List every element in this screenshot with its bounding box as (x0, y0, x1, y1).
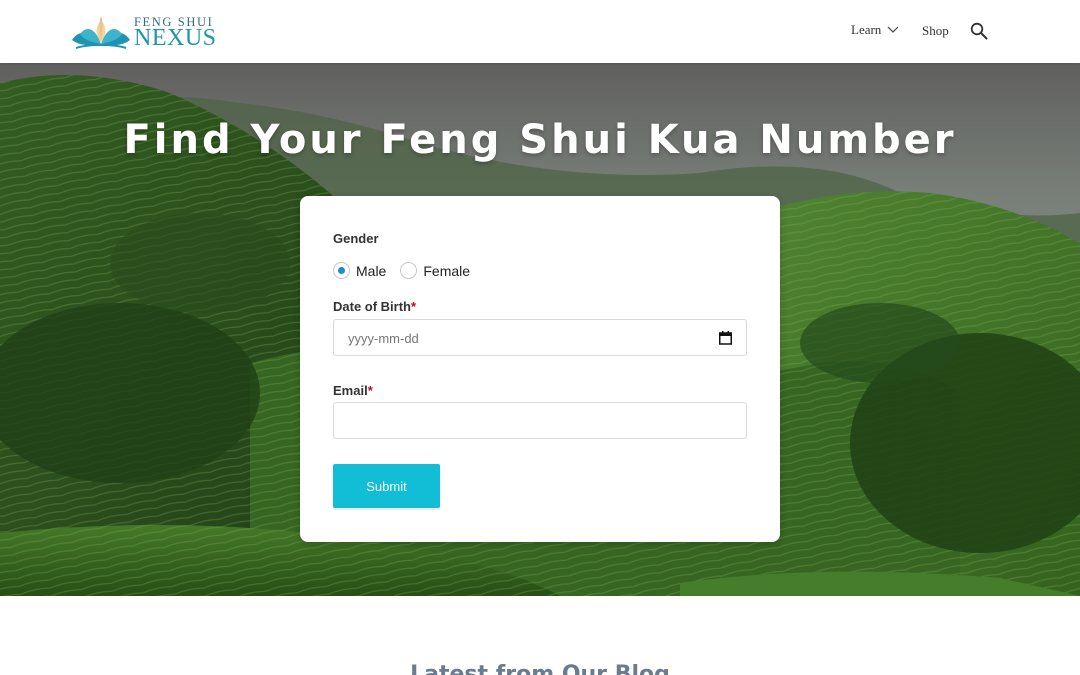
search-icon (970, 22, 988, 40)
blog-section-heading: Latest from Our Blog (410, 662, 670, 675)
kua-form-card: Gender Male Female Date of Birth* yyyy-m… (300, 196, 780, 542)
calendar-icon[interactable] (719, 331, 732, 345)
dob-input[interactable]: yyyy-mm-dd (333, 319, 747, 356)
chevron-down-icon (887, 26, 899, 33)
dob-label: Date of Birth* (333, 299, 416, 314)
nav-shop[interactable]: Shop (922, 22, 949, 40)
gender-label: Gender (333, 231, 379, 246)
email-label-text: Email (333, 383, 368, 398)
dob-label-text: Date of Birth (333, 299, 411, 314)
search-button[interactable] (970, 22, 988, 40)
gender-female-radio[interactable] (400, 262, 418, 279)
page-title: Find Your Feng Shui Kua Number (123, 117, 957, 163)
submit-button[interactable]: Submit (333, 464, 440, 508)
gender-radio-group: Male Female (333, 262, 484, 279)
dob-placeholder: yyyy-mm-dd (348, 331, 419, 346)
lotus-logo-icon (72, 16, 130, 49)
nav-shop-label: Shop (922, 23, 949, 38)
gender-male-radio[interactable] (333, 262, 350, 279)
gender-female-label[interactable]: Female (423, 263, 470, 279)
nav-learn[interactable]: Learn (851, 22, 899, 38)
nav-learn-label: Learn (851, 22, 882, 37)
site-header: FENG SHUI NEXUS Learn Shop (0, 0, 1080, 63)
site-logo[interactable]: FENG SHUI NEXUS (70, 10, 220, 54)
email-field[interactable] (333, 402, 747, 439)
gender-male-label[interactable]: Male (356, 263, 386, 279)
email-label: Email* (333, 383, 373, 398)
required-marker: * (411, 299, 417, 314)
logo-text-bottom: NEXUS (134, 25, 217, 51)
required-marker: * (367, 383, 373, 398)
